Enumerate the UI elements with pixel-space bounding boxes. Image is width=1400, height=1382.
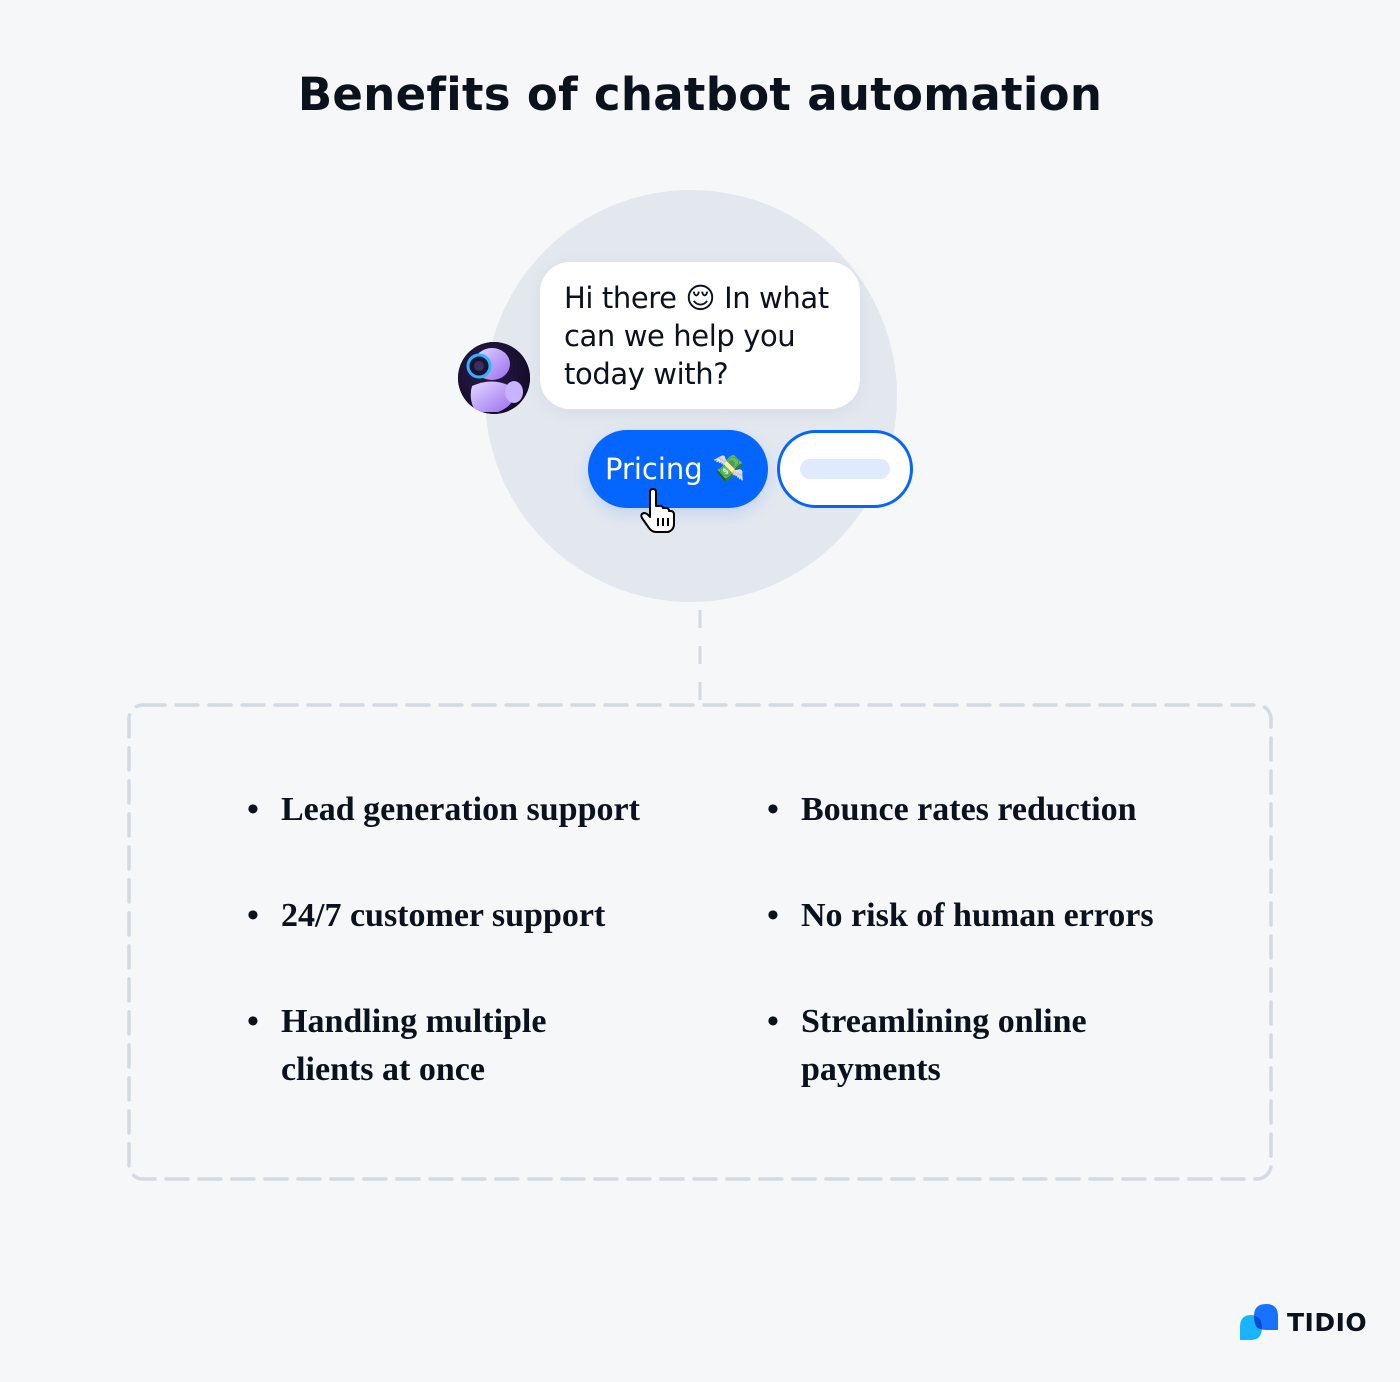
chat-message-bubble: Hi there 😌 In what can we help you today… — [540, 262, 860, 409]
benefit-text: No risk of human errors — [801, 897, 1154, 934]
robot-avatar-icon — [458, 342, 530, 414]
placeholder-bar — [800, 459, 890, 479]
hand-pointer-icon — [638, 488, 678, 534]
pricing-label: Pricing — [604, 452, 703, 486]
benefit-item: • Lead generation support — [247, 786, 640, 834]
tidio-wordmark: TIDIO — [1287, 1307, 1368, 1337]
benefit-text: payments — [801, 1051, 941, 1088]
bullet: • — [247, 791, 259, 828]
benefit-item: • Bounce rates reduction — [767, 786, 1137, 834]
chat-message-line: can we help you — [564, 319, 796, 353]
bullet: • — [767, 791, 779, 828]
tidio-logo: TIDIO — [1239, 1303, 1367, 1341]
bullet: • — [247, 1003, 259, 1040]
benefit-item: • 24/7 customer support — [247, 892, 606, 940]
benefit-item: • No risk of human errors — [767, 892, 1154, 940]
benefit-text: Handling multiple — [281, 1003, 547, 1040]
pricing-quick-reply-button[interactable]: Pricing 💸 — [588, 430, 768, 508]
benefit-text: 24/7 customer support — [281, 897, 606, 934]
page-title: Benefits of chatbot automation — [297, 68, 1103, 121]
dashed-connector — [698, 604, 702, 704]
placeholder-quick-reply-button[interactable] — [777, 430, 913, 508]
benefit-text: Streamlining online — [801, 1003, 1087, 1040]
benefit-item: • Handling multiple clients at once — [247, 998, 547, 1094]
benefit-text: Bounce rates reduction — [801, 791, 1137, 828]
chat-message-line: today with? — [564, 357, 729, 391]
money-with-wings-icon: 💸 — [712, 454, 746, 484]
bullet: • — [767, 1003, 779, 1040]
benefit-text: Lead generation support — [281, 791, 640, 828]
benefit-text: clients at once — [281, 1051, 485, 1088]
benefit-item: • Streamlining online payments — [767, 998, 1087, 1094]
bullet: • — [767, 897, 779, 934]
bullet: • — [247, 897, 259, 934]
tidio-logo-icon — [1240, 1304, 1278, 1340]
benefits-dashed-box — [127, 703, 1273, 1181]
chat-message-line: Hi there 😌 In what — [564, 281, 829, 315]
